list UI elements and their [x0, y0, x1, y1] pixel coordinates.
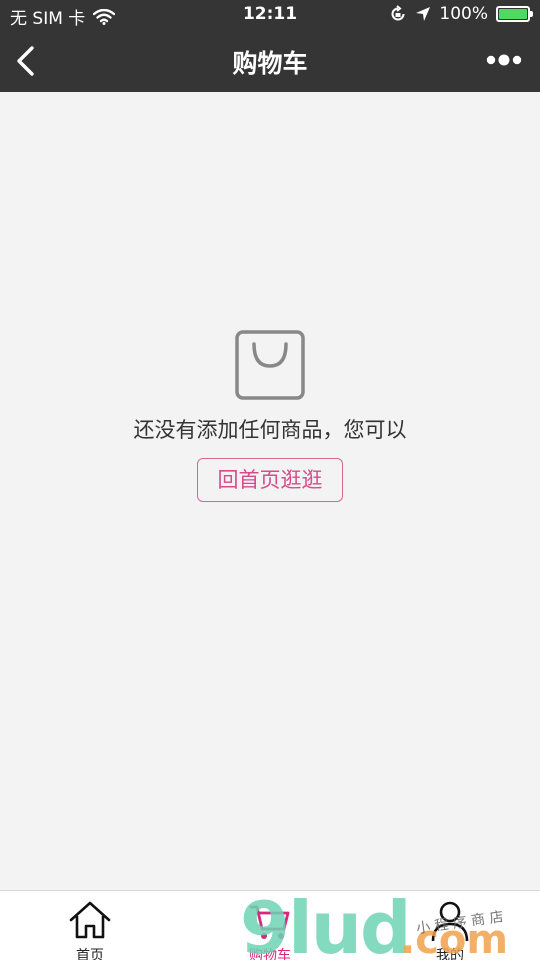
back-to-home-button[interactable]: 回首页逛逛 [197, 458, 343, 502]
page-title: 购物车 [232, 49, 308, 78]
tab-home-label: 首页 [76, 948, 104, 960]
empty-cart-message: 还没有添加任何商品，您可以 [133, 418, 407, 442]
tab-bar: 首页 购物车 我的 [0, 890, 540, 960]
home-icon [69, 901, 111, 939]
rotation-lock-icon [391, 5, 405, 21]
status-bar: 无 SIM 卡 12:11 100% [0, 0, 540, 30]
shopping-bag-icon [235, 330, 305, 400]
tab-cart-label: 购物车 [249, 948, 291, 960]
cart-icon [249, 905, 290, 939]
top-bar: 无 SIM 卡 12:11 100% 购物车 [0, 0, 540, 92]
battery-icon [496, 6, 533, 22]
status-right-group: 100% [389, 4, 533, 24]
tab-profile-label: 我的 [436, 948, 464, 960]
empty-cart-state: 还没有添加任何商品，您可以 回首页逛逛 [0, 330, 540, 502]
more-dots-icon[interactable] [486, 50, 522, 70]
location-arrow-icon [416, 7, 431, 21]
tab-profile[interactable]: 我的 [360, 891, 540, 960]
nav-bar: 购物车 [0, 30, 540, 92]
tab-cart[interactable]: 购物车 [180, 891, 360, 960]
user-icon [431, 901, 469, 942]
battery-percent: 100% [439, 4, 488, 24]
tab-home[interactable]: 首页 [0, 891, 180, 960]
